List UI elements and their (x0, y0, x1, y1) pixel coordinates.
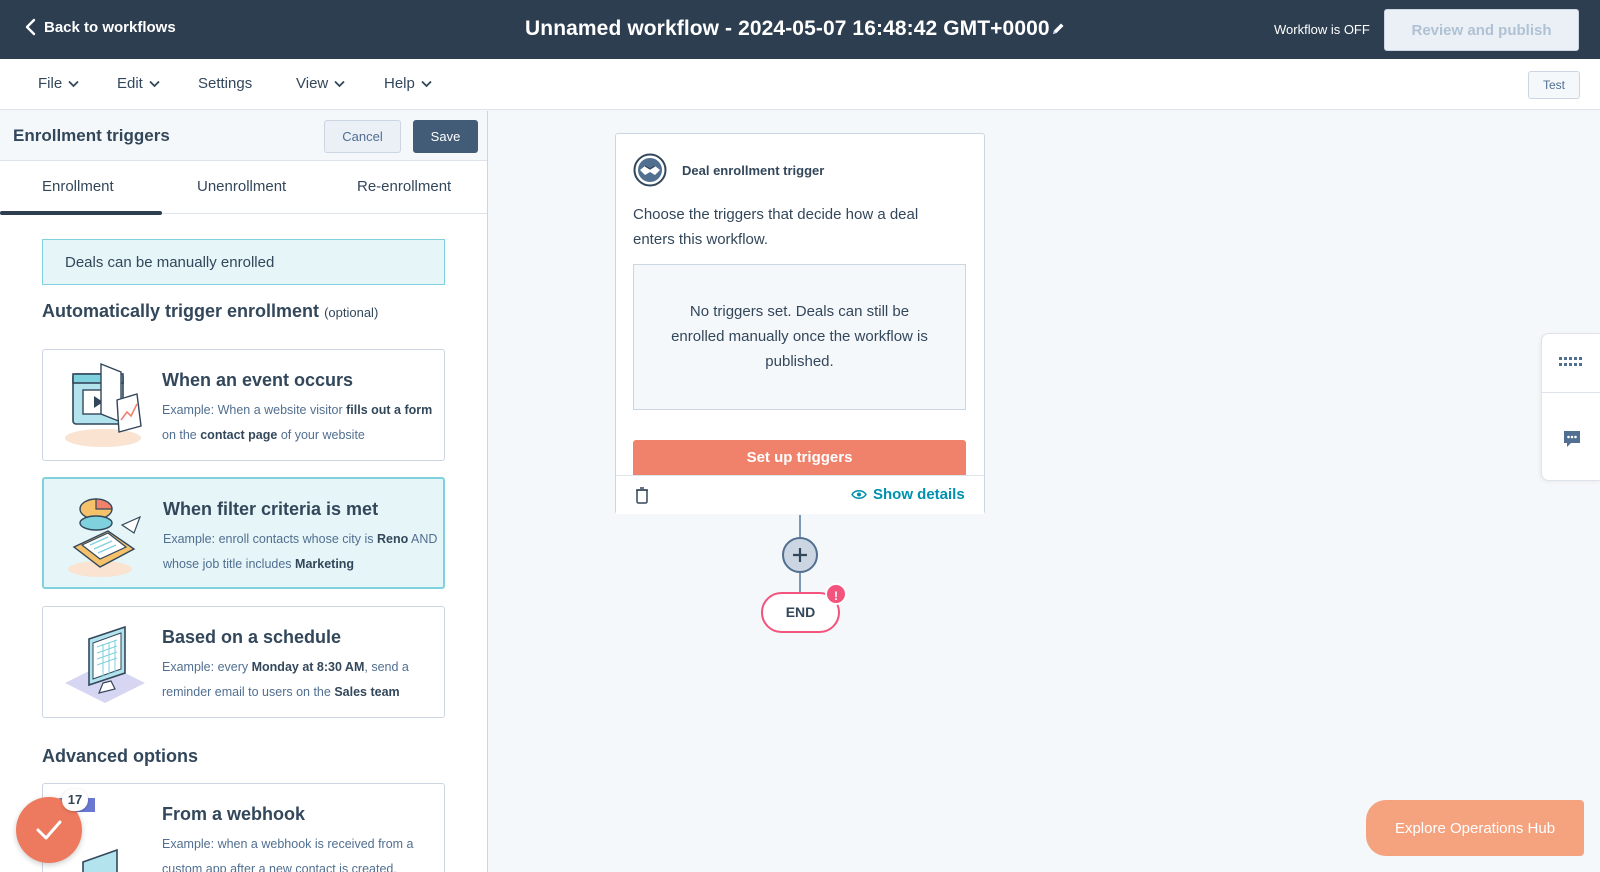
workflow-connector (799, 573, 801, 593)
back-label: Back to workflows (44, 18, 176, 36)
add-action-button[interactable] (782, 537, 818, 573)
menu-file-label: File (38, 75, 63, 92)
show-details-label: Show details (873, 486, 965, 503)
trigger-card-description: Choose the triggers that decide how a de… (633, 206, 919, 248)
handshake-icon (633, 153, 667, 187)
workflow-connector (799, 515, 801, 537)
back-to-workflows-link[interactable]: Back to workflows (24, 18, 176, 36)
menu-edit-label: Edit (117, 75, 143, 92)
tab-re-enrollment[interactable]: Re-enrollment (357, 178, 451, 195)
keyboard-shortcuts-icon[interactable] (1559, 357, 1583, 369)
menu-file[interactable]: File (38, 75, 79, 92)
menu-view[interactable]: View (296, 75, 345, 92)
trash-icon[interactable] (635, 487, 649, 504)
card-description: Example: when a webhook is received from… (162, 837, 414, 872)
chevron-down-icon (421, 80, 432, 87)
checkmark-icon (36, 820, 62, 840)
plus-icon (793, 548, 807, 562)
trigger-card-title: Deal enrollment trigger (682, 163, 825, 178)
chevron-down-icon (68, 80, 79, 87)
chevron-left-icon (25, 18, 36, 36)
menu-settings[interactable]: Settings (198, 75, 252, 92)
cancel-button[interactable]: Cancel (324, 120, 401, 153)
show-details-link[interactable]: Show details (851, 486, 965, 503)
panel-title: Enrollment triggers (13, 126, 170, 145)
eye-icon (851, 490, 867, 499)
card-description: Example: every Monday at 8:30 AM, send a… (162, 660, 409, 699)
explore-operations-hub-button[interactable]: Explore Operations Hub (1366, 800, 1584, 856)
toolbar-divider (1542, 392, 1600, 393)
trigger-card-schedule[interactable]: Based on a schedule Example: every Monda… (42, 606, 445, 718)
side-toolbar (1541, 333, 1600, 481)
advanced-options-heading: Advanced options (42, 746, 199, 766)
card-title: When filter criteria is met (163, 499, 379, 519)
tab-unenrollment[interactable]: Unenrollment (197, 178, 286, 195)
trigger-card-event[interactable]: When an event occurs Example: When a web… (42, 349, 445, 461)
comment-icon[interactable] (1563, 430, 1581, 448)
trigger-card-footer: Show details (616, 475, 984, 514)
card-title: From a webhook (162, 804, 306, 824)
panel-header: Enrollment triggers Cancel Save (0, 111, 487, 161)
review-and-publish-button[interactable]: Review and publish (1384, 9, 1579, 51)
trigger-card-filter[interactable]: When filter criteria is met Example: enr… (42, 477, 445, 589)
schedule-illustration-icon (65, 625, 145, 703)
menu-bar: File Edit Settings View Help Test (0, 59, 1600, 110)
card-title: Based on a schedule (162, 627, 342, 647)
workflow-status: Workflow is OFF (1274, 22, 1370, 37)
top-bar: Back to workflows Unnamed workflow - 202… (0, 0, 1600, 59)
chevron-down-icon (334, 80, 345, 87)
tab-enrollment[interactable]: Enrollment (42, 178, 114, 195)
chevron-down-icon (149, 80, 160, 87)
enrollment-triggers-panel: Enrollment triggers Cancel Save Enrollme… (0, 111, 488, 872)
menu-settings-label: Settings (198, 75, 253, 92)
optional-label: (optional) (324, 305, 379, 320)
menu-view-label: View (296, 75, 329, 92)
no-triggers-message: No triggers set. Deals can still be enro… (633, 264, 966, 410)
menu-help-label: Help (384, 75, 415, 92)
card-description: Example: When a website visitor fills ou… (162, 403, 433, 442)
menu-edit[interactable]: Edit (117, 75, 160, 92)
manual-enrollment-note: Deals can be manually enrolled (42, 239, 445, 285)
auto-trigger-heading-text: Automatically trigger enrollment (42, 301, 320, 321)
notification-count-badge: 17 (62, 789, 88, 811)
card-description: Example: enroll contacts whose city is R… (163, 532, 438, 571)
deal-enrollment-trigger-card[interactable]: Deal enrollment trigger Choose the trigg… (615, 133, 985, 514)
menu-help[interactable]: Help (384, 75, 432, 92)
test-button[interactable]: Test (1528, 71, 1580, 99)
alert-icon: ! (825, 583, 847, 605)
auto-trigger-heading: Automatically trigger enrollment (option… (42, 301, 378, 322)
enrollment-tabs: Enrollment Unenrollment Re-enrollment (0, 162, 487, 215)
event-illustration-icon (65, 362, 142, 447)
pencil-icon[interactable] (1050, 21, 1066, 37)
active-tab-indicator (0, 211, 162, 215)
trigger-card-webhook[interactable]: From a webhook Example: when a webhook i… (42, 783, 445, 872)
set-up-triggers-button[interactable]: Set up triggers (633, 440, 966, 480)
workflow-title[interactable]: Unnamed workflow - 2024-05-07 16:48:42 G… (525, 17, 1050, 41)
save-button[interactable]: Save (413, 120, 478, 153)
card-title: When an event occurs (162, 370, 354, 390)
filter-illustration-icon (68, 498, 142, 577)
